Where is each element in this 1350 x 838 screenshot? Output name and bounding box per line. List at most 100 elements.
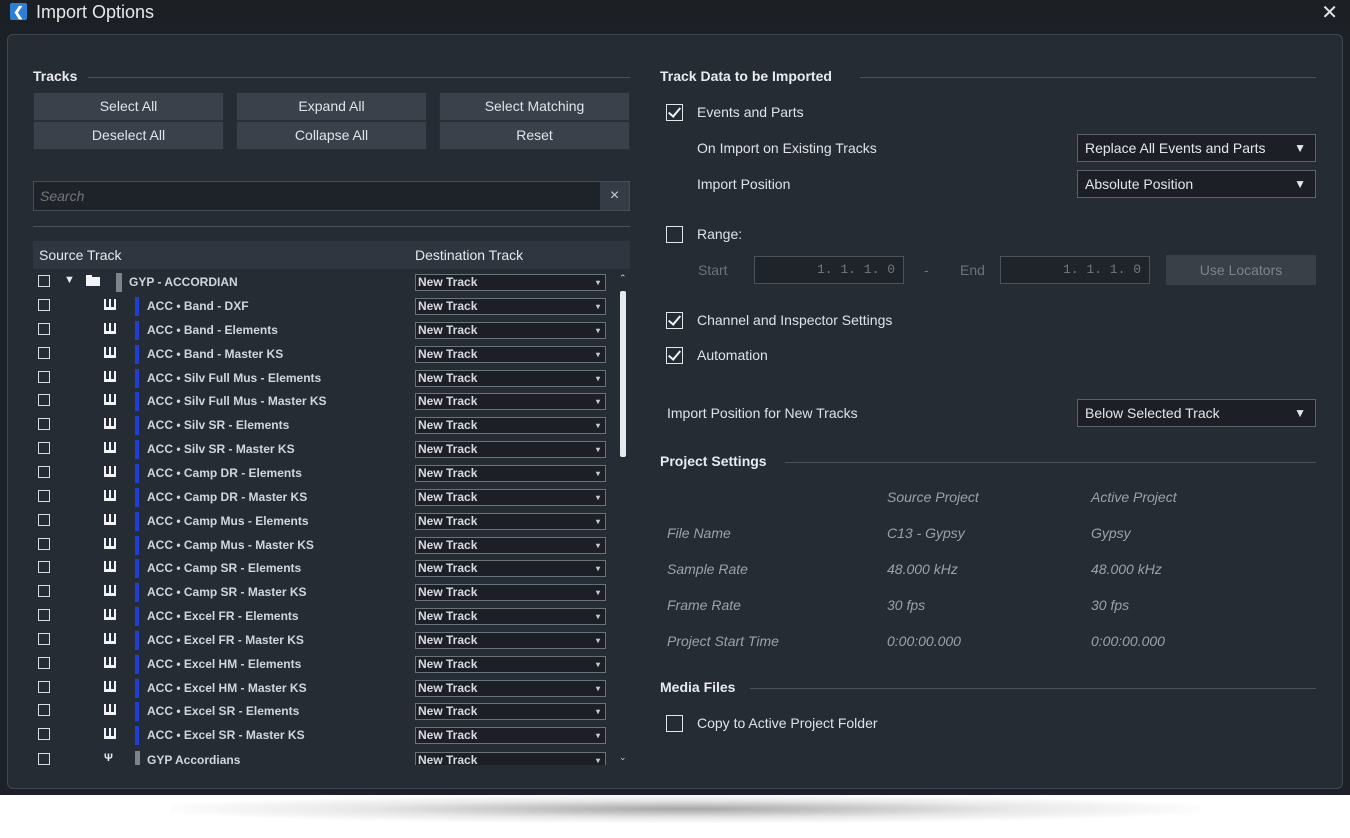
track-destination-select[interactable]: New Track ▾	[415, 727, 606, 745]
track-destination-select[interactable]: New Track ▾	[415, 298, 606, 315]
events-and-parts-checkbox[interactable]	[666, 104, 683, 121]
track-checkbox[interactable]	[38, 632, 50, 645]
expand-toggle-icon[interactable]: ▼	[64, 274, 75, 286]
dropdown-arrow-icon: ▼	[1294, 141, 1306, 155]
search-input[interactable]	[34, 182, 600, 210]
search-clear-button[interactable]: ×	[600, 182, 629, 210]
track-destination-select[interactable]: New Track ▾	[415, 679, 606, 697]
track-checkbox[interactable]	[38, 465, 50, 478]
track-destination-select[interactable]: New Track ▾	[415, 703, 606, 721]
track-destination-select[interactable]: New Track ▾	[415, 488, 606, 506]
folder-destination-select[interactable]: New Track ▾	[415, 274, 606, 291]
deselect-all-button[interactable]: Deselect All	[33, 121, 224, 150]
track-checkbox[interactable]	[38, 656, 50, 669]
track-row[interactable]: ACC • Excel SR - Elements New Track ▾	[33, 700, 617, 723]
dropdown-arrow-icon: ▾	[595, 564, 600, 574]
dropdown-arrow-icon: ▾	[595, 445, 600, 455]
track-row[interactable]: ACC • Band - Elements New Track ▾	[33, 319, 617, 342]
select-all-button[interactable]: Select All	[33, 92, 224, 121]
track-checkbox[interactable]	[38, 394, 50, 407]
track-destination-value: New Track	[418, 322, 478, 337]
track-row[interactable]: ACC • Camp DR - Master KS New Track ▾	[33, 486, 617, 509]
track-checkbox[interactable]	[38, 370, 50, 383]
track-destination-select[interactable]: New Track ▾	[415, 655, 606, 673]
track-row[interactable]: ACC • Camp SR - Elements New Track ▾	[33, 557, 617, 580]
track-row[interactable]: ACC • Silv SR - Master KS New Track ▾	[33, 438, 617, 461]
track-row[interactable]: ACC • Camp DR - Elements New Track ▾	[33, 462, 617, 485]
track-destination-select[interactable]: New Track ▾	[415, 608, 606, 626]
track-checkbox[interactable]	[38, 346, 50, 359]
track-row[interactable]: ACC • Silv SR - Elements New Track ▾	[33, 414, 617, 437]
track-row[interactable]: ACC • Silv Full Mus - Master KS New Track…	[33, 390, 617, 413]
track-checkbox[interactable]	[38, 680, 50, 693]
track-checkbox[interactable]	[38, 513, 50, 526]
track-row[interactable]: ACC • Excel HM - Master KS New Track ▾	[33, 677, 617, 700]
track-row[interactable]: ACC • Excel HM - Elements New Track ▾	[33, 653, 617, 676]
track-destination-select[interactable]: New Track ▾	[415, 393, 606, 411]
track-destination-select[interactable]: New Track ▾	[415, 464, 606, 482]
track-destination-select[interactable]: New Track ▾	[415, 321, 606, 339]
track-destination-select[interactable]: New Track ▾	[415, 584, 606, 602]
track-row[interactable]: ACC • Camp Mus - Master KS New Track ▾	[33, 534, 617, 557]
close-icon[interactable]: ✕	[1321, 0, 1338, 25]
track-checkbox[interactable]	[38, 322, 50, 335]
copy-to-active-checkbox[interactable]	[666, 715, 683, 732]
track-checkbox[interactable]	[38, 704, 50, 717]
source-track-column-header[interactable]: Source Track	[39, 247, 121, 263]
track-checkbox[interactable]	[38, 728, 50, 741]
track-checkbox[interactable]	[38, 418, 50, 431]
track-destination-select[interactable]: New Track ▾	[415, 536, 606, 554]
dropdown-arrow-icon: ▾	[595, 683, 600, 693]
track-checkbox[interactable]	[38, 442, 50, 455]
range-checkbox[interactable]	[666, 226, 683, 243]
import-position-select[interactable]: Absolute Position ▼	[1077, 170, 1316, 198]
range-end-field[interactable]: 1. 1. 1. 0	[1000, 256, 1150, 284]
destination-track-column-header[interactable]: Destination Track	[415, 247, 523, 263]
folder-checkbox[interactable]	[38, 275, 50, 287]
collapse-all-button[interactable]: Collapse All	[236, 121, 427, 150]
new-tracks-position-select[interactable]: Below Selected Track ▼	[1077, 399, 1316, 427]
range-start-field[interactable]: 1. 1. 1. 0	[754, 256, 904, 284]
track-checkbox[interactable]	[38, 561, 50, 574]
folder-row[interactable]: ▼ GYP - ACCORDIAN New Track ▾	[33, 271, 617, 294]
track-row[interactable]: ACC • Band - Master KS New Track ▾	[33, 343, 617, 366]
track-checkbox[interactable]	[38, 585, 50, 598]
scroll-down-icon[interactable]: ⌄	[619, 752, 627, 763]
scrollbar-thumb[interactable]	[620, 291, 626, 457]
last-track-row[interactable]: Ψ GYP Accordians New Track ▾	[33, 749, 617, 765]
automation-checkbox[interactable]	[666, 347, 683, 364]
active-project-header: Active Project	[1091, 489, 1177, 505]
track-checkbox[interactable]	[38, 609, 50, 622]
track-destination-select[interactable]: New Track ▾	[415, 345, 606, 363]
track-destination-select[interactable]: New Track ▾	[415, 752, 606, 765]
track-checkbox[interactable]	[38, 537, 50, 550]
midi-keyboard-icon	[104, 370, 116, 382]
track-row[interactable]: ACC • Silv Full Mus - Elements New Track ▾	[33, 367, 617, 390]
use-locators-button[interactable]: Use Locators	[1166, 255, 1316, 285]
track-row[interactable]: ACC • Excel SR - Master KS New Track ▾	[33, 724, 617, 747]
reset-button[interactable]: Reset	[439, 121, 630, 150]
track-destination-select[interactable]: New Track ▾	[415, 441, 606, 459]
track-destination-select[interactable]: New Track ▾	[415, 560, 606, 578]
track-row[interactable]: ACC • Excel FR - Master KS New Track ▾	[33, 629, 617, 652]
channel-inspector-checkbox[interactable]	[666, 312, 683, 329]
track-row[interactable]: ACC • Camp Mus - Elements New Track ▾	[33, 510, 617, 533]
select-matching-button[interactable]: Select Matching	[439, 92, 630, 121]
track-destination-select[interactable]: New Track ▾	[415, 631, 606, 649]
track-checkbox[interactable]	[38, 753, 50, 765]
expand-all-button[interactable]: Expand All	[236, 92, 427, 121]
scroll-up-icon[interactable]: ⌃	[619, 273, 627, 284]
dropdown-arrow-icon: ▾	[595, 373, 600, 383]
track-list-scrollbar[interactable]: ⌃ ⌄	[617, 271, 630, 765]
track-row[interactable]: ACC • Excel FR - Elements New Track ▾	[33, 605, 617, 628]
track-row[interactable]: ACC • Camp SR - Master KS New Track ▾	[33, 581, 617, 604]
track-destination-value: New Track	[418, 753, 478, 765]
track-destination-select[interactable]: New Track ▾	[415, 417, 606, 435]
on-import-existing-select[interactable]: Replace All Events and Parts ▼	[1077, 134, 1316, 162]
track-checkbox[interactable]	[38, 489, 50, 502]
track-row[interactable]: ACC • Band - DXF New Track ▾	[33, 295, 617, 318]
automation-label: Automation	[697, 347, 768, 363]
track-destination-select[interactable]: New Track ▾	[415, 512, 606, 530]
track-checkbox[interactable]	[38, 299, 50, 311]
track-destination-select[interactable]: New Track ▾	[415, 369, 606, 387]
